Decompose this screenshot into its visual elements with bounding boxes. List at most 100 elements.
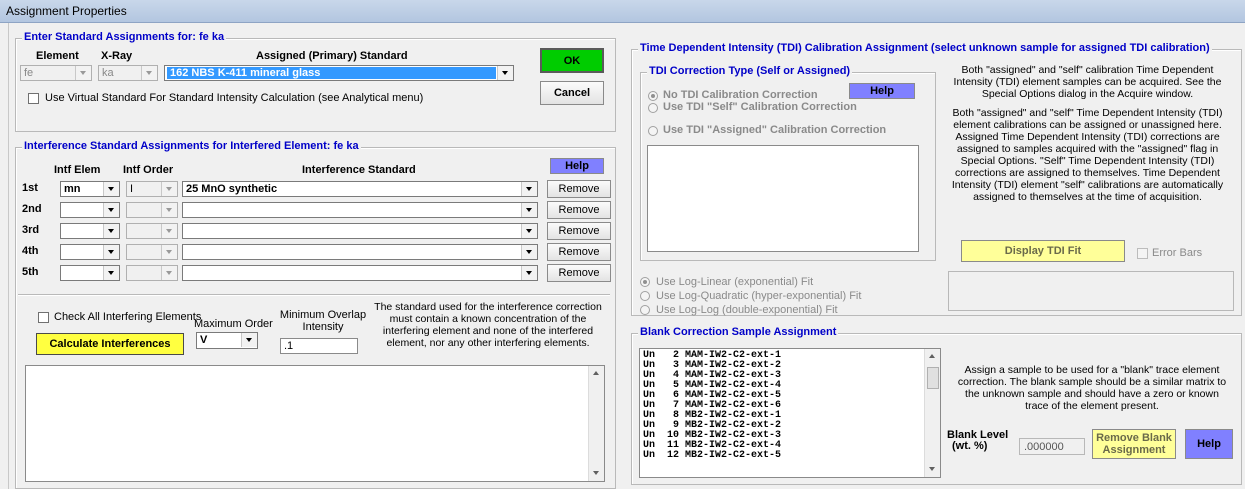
element-header: Element	[36, 50, 79, 62]
chevron-down-icon	[103, 245, 119, 259]
intf-order-select[interactable]	[126, 202, 178, 218]
chevron-down-icon	[521, 182, 537, 196]
interference-frame: Interference Standard Assignments for In…	[15, 140, 616, 489]
chevron-down-icon	[75, 66, 91, 80]
tdi-status-box	[948, 271, 1234, 311]
scrollbar[interactable]	[924, 349, 940, 477]
chevron-down-icon	[103, 203, 119, 217]
fit-loglinear-radio[interactable]	[640, 277, 650, 287]
remove-button[interactable]: Remove	[547, 222, 611, 240]
dialog-client: Enter Standard Assignments for: fe ka El…	[8, 23, 1242, 489]
interference-standard-select[interactable]	[182, 202, 538, 218]
remove-button[interactable]: Remove	[547, 180, 611, 198]
interference-standard-select[interactable]	[182, 223, 538, 239]
row-label: 1st	[22, 182, 38, 194]
calculate-interferences-button[interactable]: Calculate Interferences	[36, 333, 184, 355]
intf-order-select[interactable]	[126, 223, 178, 239]
intf-order-select[interactable]: I	[126, 181, 178, 197]
blank-frame: Blank Correction Sample Assignment Un 2 …	[631, 326, 1242, 485]
check-all-checkbox[interactable]	[38, 312, 49, 323]
error-bars-checkbox[interactable]	[1137, 248, 1148, 259]
blank-help-button[interactable]: Help	[1185, 429, 1233, 459]
display-tdi-fit-button[interactable]: Display TDI Fit	[961, 240, 1125, 262]
tdi-type-legend: TDI Correction Type (Self or Assigned)	[647, 65, 853, 77]
fit-logquadratic-label: Use Log-Quadratic (hyper-exponential) Fi…	[656, 290, 862, 302]
interference-help-button[interactable]: Help	[550, 158, 604, 174]
scroll-thumb[interactable]	[927, 367, 939, 389]
blank-sample-list[interactable]: Un 2 MAM-IW2-C2-ext-1 Un 3 MAM-IW2-C2-ex…	[639, 348, 941, 478]
intf-order-select[interactable]	[126, 244, 178, 260]
intf-elem-select[interactable]	[60, 202, 120, 218]
error-bars-label: Error Bars	[1152, 247, 1203, 259]
intf-elem-select[interactable]	[60, 244, 120, 260]
fit-loglog-label: Use Log-Log (double-exponential) Fit	[656, 304, 838, 316]
intf-elem-select[interactable]	[60, 265, 120, 281]
assigned-standard-select[interactable]: 162 NBS K-411 mineral glass	[164, 65, 514, 81]
tdi-option-none-radio[interactable]	[648, 91, 658, 101]
chevron-down-icon	[241, 333, 257, 347]
row-label: 3rd	[22, 224, 40, 236]
chevron-down-icon	[103, 182, 119, 196]
assigned-standard-header: Assigned (Primary) Standard	[256, 50, 408, 62]
interference-standard-select[interactable]	[182, 265, 538, 281]
remove-button[interactable]: Remove	[547, 264, 611, 282]
tdi-legend: Time Dependent Intensity (TDI) Calibrati…	[638, 42, 1212, 54]
list-item[interactable]: Un 12 MB2-IW2-C2-ext-5	[643, 451, 940, 461]
tdi-type-frame: TDI Correction Type (Self or Assigned) H…	[640, 65, 936, 261]
tdi-option-assigned-radio[interactable]	[648, 126, 658, 136]
tdi-sample-list[interactable]	[647, 145, 919, 252]
scroll-down-icon[interactable]	[589, 466, 604, 481]
ok-button[interactable]: OK	[540, 48, 604, 73]
chevron-down-icon	[161, 266, 177, 280]
standard-assignment-frame: Enter Standard Assignments for: fe ka El…	[15, 31, 616, 132]
virtual-standard-checkbox[interactable]	[28, 93, 39, 104]
tdi-help-button[interactable]: Help	[849, 83, 915, 99]
virtual-standard-label: Use Virtual Standard For Standard Intens…	[45, 92, 424, 104]
chevron-down-icon	[103, 224, 119, 238]
scroll-up-icon[interactable]	[589, 366, 604, 381]
chevron-down-icon	[161, 224, 177, 238]
row-label: 4th	[22, 245, 39, 257]
intf-elem-select[interactable]: mn	[60, 181, 120, 197]
standard-assignment-legend: Enter Standard Assignments for: fe ka	[22, 31, 227, 43]
chevron-down-icon	[161, 245, 177, 259]
chevron-down-icon	[161, 203, 177, 217]
fit-loglinear-label: Use Log-Linear (exponential) Fit	[656, 276, 814, 288]
max-order-label: Maximum Order	[194, 318, 273, 330]
cancel-button[interactable]: Cancel	[540, 81, 604, 105]
min-overlap-input[interactable]: .1	[280, 338, 358, 354]
intf-elem-select[interactable]	[60, 223, 120, 239]
blank-legend: Blank Correction Sample Assignment	[638, 326, 839, 338]
blank-level-input[interactable]: .000000	[1019, 438, 1085, 455]
window-title: Assignment Properties	[6, 4, 127, 18]
chevron-down-icon	[521, 245, 537, 259]
intf-order-select[interactable]	[126, 265, 178, 281]
tdi-option-assigned-label: Use TDI "Assigned" Calibration Correctio…	[663, 124, 887, 136]
tdi-option-self-radio[interactable]	[648, 103, 658, 113]
fit-loglog-radio[interactable]	[640, 305, 650, 315]
remove-button[interactable]: Remove	[547, 243, 611, 261]
scroll-up-icon[interactable]	[925, 349, 940, 364]
title-bar: Assignment Properties	[0, 0, 1245, 23]
chevron-down-icon	[497, 66, 513, 80]
blank-note: Assign a sample to be used for a "blank"…	[957, 364, 1227, 412]
blank-level-unit: (wt. %)	[952, 440, 988, 452]
check-all-label: Check All Interfering Elements	[54, 311, 202, 323]
interference-standard-select[interactable]	[182, 244, 538, 260]
interference-note: The standard used for the interference c…	[374, 301, 602, 349]
tdi-option-self-label: Use TDI "Self" Calibration Correction	[663, 101, 857, 113]
remove-blank-button[interactable]: Remove Blank Assignment	[1092, 429, 1176, 459]
chevron-down-icon	[103, 266, 119, 280]
interference-legend: Interference Standard Assignments for In…	[22, 140, 361, 152]
element-select[interactable]: fe	[20, 65, 92, 81]
xray-select[interactable]: ka	[98, 65, 158, 81]
remove-button[interactable]: Remove	[547, 201, 611, 219]
max-order-select[interactable]: V	[196, 332, 258, 349]
interference-results-box[interactable]	[25, 365, 605, 482]
scrollbar[interactable]	[588, 366, 604, 481]
interference-standard-select[interactable]: 25 MnO synthetic	[182, 181, 538, 197]
row-label: 5th	[22, 266, 39, 278]
fit-logquadratic-radio[interactable]	[640, 291, 650, 301]
divider	[18, 294, 610, 296]
scroll-down-icon[interactable]	[925, 462, 940, 477]
